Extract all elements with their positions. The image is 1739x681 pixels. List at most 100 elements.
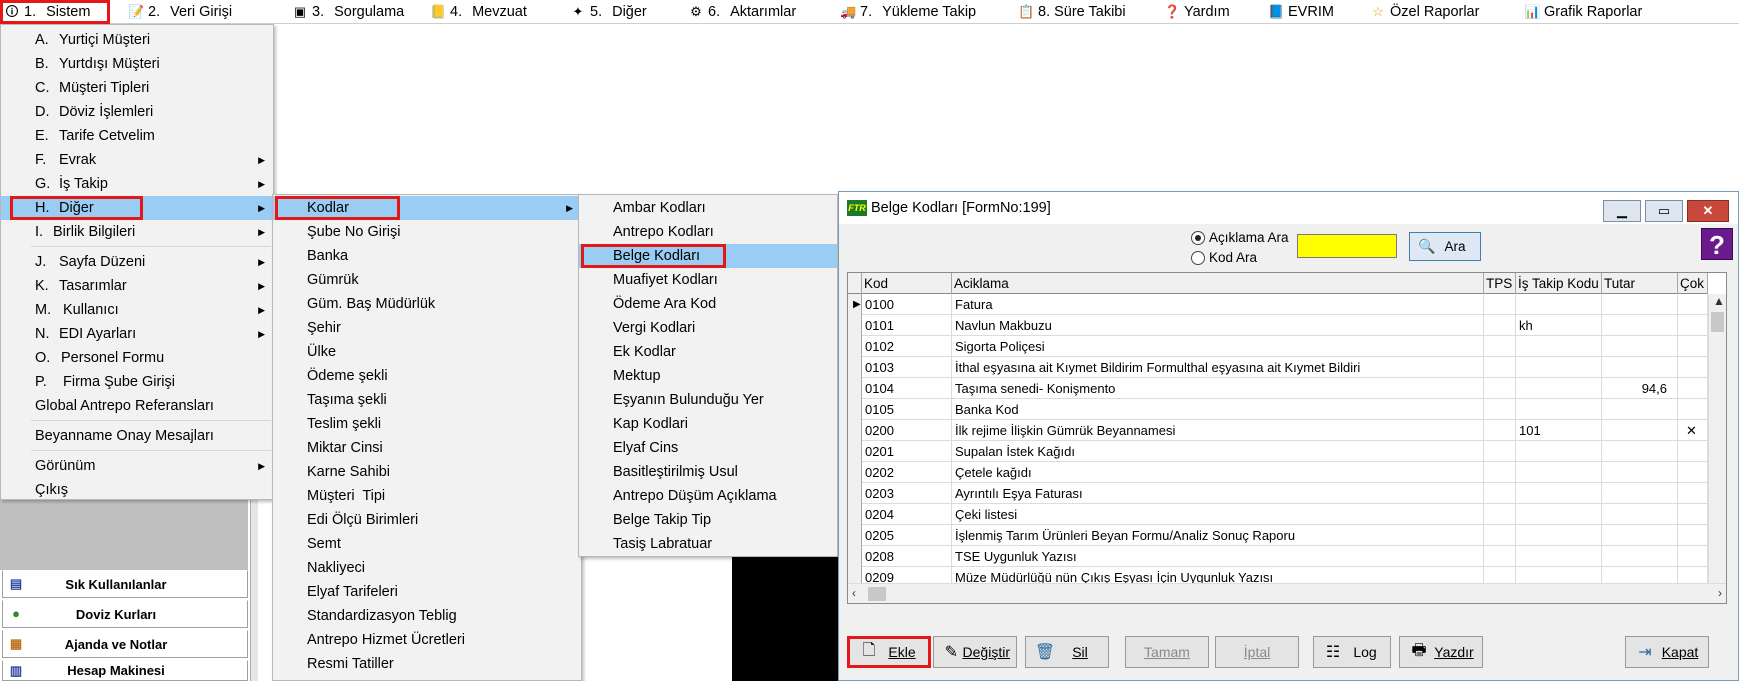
table-row[interactable]: 0205 İşlenmiş Tarım Ürünleri Beyan Formu/…	[848, 525, 1708, 546]
menu-sorgulama[interactable]: ▣ 3. Sorgulama	[292, 0, 404, 24]
menu-mevzuat[interactable]: 📒 4. Mevzuat	[430, 0, 527, 24]
menu-item-beyanname-onay[interactable]: Beyanname Onay Mesajları	[1, 424, 273, 448]
scroll-up-icon[interactable]: ▲	[1713, 294, 1725, 308]
kapat-button[interactable]: ⇥ Kapat	[1625, 636, 1709, 668]
header-tutar[interactable]: Tutar	[1602, 273, 1678, 294]
minimize-button[interactable]: ▁	[1603, 200, 1641, 222]
grid-horizontal-scrollbar[interactable]: ‹ ›	[848, 583, 1726, 603]
menu-item-is-takip[interactable]: G. İş Takip ▶	[1, 172, 273, 196]
shortcut-currency[interactable]: ● Doviz Kurları	[2, 600, 248, 628]
menu-evrim[interactable]: 📘 EVRIM	[1268, 0, 1334, 24]
menu-item-yurtdisi-musteri[interactable]: B. Yurtdışı Müşteri	[1, 52, 273, 76]
sil-button[interactable]: 🗑 Sil	[1025, 636, 1109, 668]
menu-item-gumruk[interactable]: Gümrük	[273, 268, 581, 292]
menu-item-tasarimlar[interactable]: K. Tasarımlar ▶	[1, 274, 273, 298]
table-row[interactable]: 0202 Çetele kağıdı	[848, 462, 1708, 483]
menu-item-odeme-ara-kod[interactable]: Ödeme Ara Kod	[579, 292, 837, 316]
menu-item-odeme-sekli[interactable]: Ödeme şekli	[273, 364, 581, 388]
header-tps[interactable]: TPS	[1484, 273, 1516, 294]
maximize-button[interactable]: ▭	[1645, 200, 1683, 222]
menu-item-ambar-kodlari[interactable]: Ambar Kodları	[579, 196, 837, 220]
menu-yardim[interactable]: ❓ Yardım	[1164, 0, 1230, 24]
yazdir-button[interactable]: 🖶 Yazdır	[1399, 636, 1483, 668]
menu-item-global-antrepo[interactable]: Global Antrepo Referansları	[1, 394, 273, 418]
table-row[interactable]: 0103 İthal eşyasına ait Kıymet Bildirim F…	[848, 357, 1708, 378]
menu-item-muafiyet-kodlari[interactable]: Muafiyet Kodları	[579, 268, 837, 292]
header-cok[interactable]: Çok	[1678, 273, 1708, 294]
menu-item-edi-ayarlari[interactable]: N. EDI Ayarları ▶	[1, 322, 273, 346]
shortcut-agenda[interactable]: ▦ Ajanda ve Notlar	[2, 630, 248, 658]
table-row[interactable]: 0204 Çeki listesi	[848, 504, 1708, 525]
menu-item-musteri-tipleri[interactable]: C. Müşteri Tipleri	[1, 76, 273, 100]
menu-item-basitlestirilmis-usul[interactable]: Basitleştirilmiş Usul	[579, 460, 837, 484]
log-button[interactable]: ☷ Log	[1313, 636, 1391, 668]
shortcut-calculator[interactable]: ▥ Hesap Makinesi	[2, 660, 248, 681]
menu-item-personel-formu[interactable]: O. Personel Formu	[1, 346, 273, 370]
grid-vertical-scrollbar[interactable]: ▲	[1708, 294, 1726, 584]
menu-item-standardizasyon-teblig[interactable]: Standardizasyon Teblig	[273, 604, 581, 628]
table-row[interactable]: 0201 Supalan İstek Kağıdı	[848, 441, 1708, 462]
menu-item-nakliyeci[interactable]: Nakliyeci	[273, 556, 581, 580]
table-row[interactable]: 0105 Banka Kod	[848, 399, 1708, 420]
radio-kod-ara[interactable]: Kod Ara	[1191, 250, 1257, 265]
header-aciklama[interactable]: Aciklama	[952, 273, 1484, 294]
table-row[interactable]: 0104 Taşıma senedi- Konişmento 94,6	[848, 378, 1708, 399]
search-button[interactable]: 🔍 Ara	[1409, 232, 1481, 261]
menu-item-teslim-sekli[interactable]: Teslim şekli	[273, 412, 581, 436]
menu-item-tarife-cetvelim[interactable]: E. Tarife Cetvelim	[1, 124, 273, 148]
menu-item-antrepo-kodlari[interactable]: Antrepo Kodları	[579, 220, 837, 244]
menu-grafik-raporlar[interactable]: 📊 Grafik Raporlar	[1524, 0, 1642, 24]
menu-item-elyaf-cins[interactable]: Elyaf Cins	[579, 436, 837, 460]
table-row[interactable]: ▶ 0100 Fatura	[848, 294, 1708, 315]
ekle-button[interactable]: 🗋 Ekle	[847, 636, 931, 668]
sidebar-scrollbar[interactable]	[250, 500, 258, 681]
menu-item-evrak[interactable]: F. Evrak ▶	[1, 148, 273, 172]
menu-veri-girisi[interactable]: 📝 2. Veri Girişi	[128, 0, 232, 24]
menu-item-yurtici-musteri[interactable]: A. Yurtiçi Müşteri	[1, 28, 273, 52]
menu-item-belge-takip-tip[interactable]: Belge Takip Tip	[579, 508, 837, 532]
shortcut-favorites[interactable]: ▤ Sık Kullanılanlar	[2, 570, 248, 598]
menu-item-gum-bas-mudurluk[interactable]: Güm. Baş Müdürlük	[273, 292, 581, 316]
menu-item-sehir[interactable]: Şehir	[273, 316, 581, 340]
menu-sure-takibi[interactable]: 📋 8. Süre Takibi	[1018, 0, 1126, 24]
scroll-thumb[interactable]	[868, 587, 886, 601]
menu-item-miktar-cinsi[interactable]: Miktar Cinsi	[273, 436, 581, 460]
menu-item-ulke[interactable]: Ülke	[273, 340, 581, 364]
menu-item-mektup[interactable]: Mektup	[579, 364, 837, 388]
menu-item-kullanici[interactable]: M. Kullanıcı ▶	[1, 298, 273, 322]
table-row[interactable]: 0200 İlk rejime İlişkin Gümrük Beyannames…	[848, 420, 1708, 441]
table-row[interactable]: 0203 Ayrıntılı Eşya Faturası	[848, 483, 1708, 504]
menu-item-musteri-tipi[interactable]: Müşteri Tipi	[273, 484, 581, 508]
table-row[interactable]: 0208 TSE Uygunluk Yazısı	[848, 546, 1708, 567]
scroll-right-icon[interactable]: ›	[1718, 586, 1722, 600]
table-row[interactable]: 0101 Navlun Makbuzu kh	[848, 315, 1708, 336]
menu-item-tasima-sekli[interactable]: Taşıma şekli	[273, 388, 581, 412]
scroll-thumb[interactable]	[1711, 312, 1724, 332]
search-input[interactable]	[1297, 234, 1397, 258]
menu-item-doviz-islemleri[interactable]: D. Döviz İşlemleri	[1, 100, 273, 124]
menu-item-firma-sube-girisi[interactable]: P. Firma Şube Girişi	[1, 370, 273, 394]
menu-item-elyaf-tarifeleri[interactable]: Elyaf Tarifeleri	[273, 580, 581, 604]
menu-item-esyanin-bulundugu-yer[interactable]: Eşyanın Bulunduğu Yer	[579, 388, 837, 412]
degistir-button[interactable]: ✎ Değiştir	[933, 636, 1017, 668]
menu-aktarimlar[interactable]: ⚙ 6. Aktarımlar	[688, 0, 796, 24]
close-button[interactable]: ✕	[1687, 200, 1729, 222]
table-row[interactable]: 0102 Sigorta Poliçesi	[848, 336, 1708, 357]
iptal-button[interactable]: İptal	[1215, 636, 1299, 668]
menu-item-ek-kodlar[interactable]: Ek Kodlar	[579, 340, 837, 364]
menu-item-karne-sahibi[interactable]: Karne Sahibi	[273, 460, 581, 484]
menu-item-edi-olcu-birimleri[interactable]: Edi Ölçü Birimleri	[273, 508, 581, 532]
menu-item-tasis-labratuar[interactable]: Tasiş Labratuar	[579, 532, 837, 556]
menu-diger[interactable]: ✦ 5. Diğer	[570, 0, 647, 24]
menu-item-banka[interactable]: Banka	[273, 244, 581, 268]
radio-aciklama-ara[interactable]: Açıklama Ara	[1191, 230, 1289, 245]
scroll-left-icon[interactable]: ‹	[852, 586, 856, 600]
menu-yukleme-takip[interactable]: 🚚 7. Yükleme Takip	[840, 0, 976, 24]
header-kod[interactable]: Kod	[862, 273, 952, 294]
menu-item-semt[interactable]: Semt	[273, 532, 581, 556]
help-button[interactable]: ?	[1701, 228, 1733, 260]
menu-sistem[interactable]: 🛈 1. Sistem	[0, 0, 110, 24]
menu-item-antrepo-dusum-aciklama[interactable]: Antrepo Düşüm Açıklama	[579, 484, 837, 508]
menu-item-sube-no-girisi[interactable]: Şube No Girişi	[273, 220, 581, 244]
menu-item-birlik-bilgileri[interactable]: I. Birlik Bilgileri ▶	[1, 220, 273, 244]
